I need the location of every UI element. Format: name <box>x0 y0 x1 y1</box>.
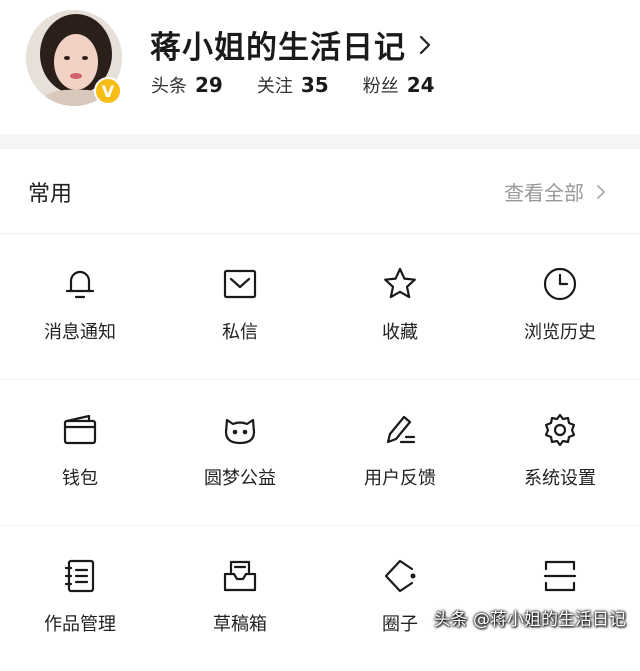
grid-item-label: 系统设置 <box>524 468 596 489</box>
chevron-right-icon <box>597 184 605 199</box>
grid-item-label: 私信 <box>222 322 258 343</box>
grid-item-charity[interactable]: 圆梦公益 <box>160 380 320 525</box>
section-separator <box>0 134 640 149</box>
inbox-icon <box>222 558 258 594</box>
stat-label: 关注 <box>256 76 293 97</box>
grid-item-label: 草稿箱 <box>213 614 267 635</box>
grid-item-label: 浏览历史 <box>524 322 596 343</box>
watermark: 头条 @蒋小姐的生活日记 <box>433 610 626 630</box>
notebook-icon <box>62 558 98 594</box>
section-title: 常用 <box>28 182 73 207</box>
stat-followers[interactable]: 粉丝 24 <box>363 72 435 98</box>
grid-row: 钱包 圆梦公益 用户反馈 系统设置 <box>0 380 640 526</box>
grid-item-favorites[interactable]: 收藏 <box>320 234 480 379</box>
stat-label: 粉丝 <box>362 76 399 97</box>
common-section-header: 常用 查看全部 <box>0 149 640 233</box>
grid-item-works[interactable]: 作品管理 <box>0 526 160 671</box>
view-all-link[interactable]: 查看全部 <box>504 177 606 206</box>
stat-value: 24 <box>406 73 435 97</box>
stat-label: 头条 <box>151 76 187 97</box>
grid-item-settings[interactable]: 系统设置 <box>480 380 640 525</box>
stat-value: 29 <box>195 73 223 97</box>
grid-item-label: 作品管理 <box>44 614 116 635</box>
grid-item-circles[interactable]: 圈子 <box>320 526 480 671</box>
stat-following[interactable]: 关注 35 <box>257 72 329 98</box>
chevron-right-icon <box>419 35 431 54</box>
stat-value: 35 <box>300 73 329 97</box>
star-icon <box>382 266 418 302</box>
clock-icon <box>542 266 578 302</box>
profile-name: 蒋小姐的生活日记 <box>150 30 406 66</box>
grid-item-label: 圆梦公益 <box>204 468 276 489</box>
pen-icon <box>382 412 418 448</box>
profile-name-link[interactable]: 蒋小姐的生活日记 <box>150 22 432 67</box>
grid-item-label: 收藏 <box>382 322 418 343</box>
grid-item-wallet[interactable]: 钱包 <box>0 380 160 525</box>
grid-row: 作品管理 草稿箱 圈子 <box>0 526 640 671</box>
grid-item-scan[interactable] <box>480 526 640 671</box>
profile-stats: 头条 29 关注 35 粉丝 24 <box>151 72 469 98</box>
circle-tag-icon <box>382 558 418 594</box>
wallet-icon <box>62 412 98 448</box>
view-all-label: 查看全部 <box>504 181 584 205</box>
cat-face-icon <box>222 412 258 448</box>
verified-badge-icon: V <box>94 77 122 105</box>
grid-row: 消息通知 私信 收藏 浏览历史 <box>0 234 640 380</box>
stat-articles[interactable]: 头条 29 <box>151 72 223 98</box>
gear-icon <box>542 412 578 448</box>
bell-icon <box>62 266 98 302</box>
grid-item-label: 消息通知 <box>44 322 116 343</box>
grid-item-feedback[interactable]: 用户反馈 <box>320 380 480 525</box>
mail-icon <box>222 266 258 302</box>
grid-item-history[interactable]: 浏览历史 <box>480 234 640 379</box>
grid-item-messages[interactable]: 私信 <box>160 234 320 379</box>
grid-item-drafts[interactable]: 草稿箱 <box>160 526 320 671</box>
grid-item-label: 钱包 <box>62 468 98 489</box>
grid-item-notifications[interactable]: 消息通知 <box>0 234 160 379</box>
profile-header[interactable]: V 蒋小姐的生活日记 头条 29 关注 35 粉丝 24 <box>0 0 640 134</box>
grid-item-label: 用户反馈 <box>364 468 436 489</box>
scan-icon <box>542 558 578 594</box>
